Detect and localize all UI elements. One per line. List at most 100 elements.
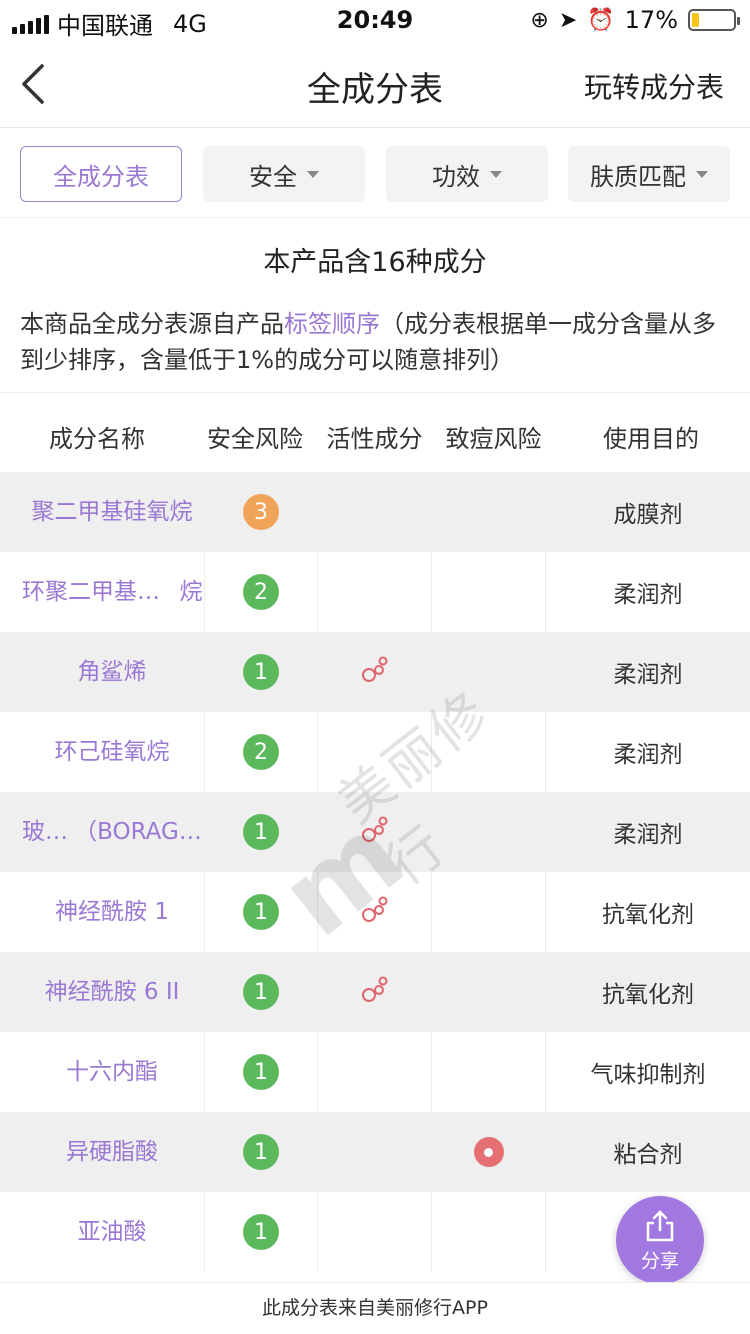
tab-efficacy[interactable]: 功效 xyxy=(386,146,548,202)
table-row[interactable]: 十六内酯 1 气味抑制剂 xyxy=(0,1032,750,1112)
safety-risk-cell: 1 xyxy=(205,632,317,712)
table-row[interactable]: 神经酰胺 6 II 1 抗氧化剂 xyxy=(0,952,750,1032)
risk-badge: 1 xyxy=(243,974,279,1010)
ingredient-name[interactable]: 玻璃苣（BORAGO O... xyxy=(22,792,202,872)
molecule-icon xyxy=(360,656,390,688)
safety-risk-cell: 1 xyxy=(205,952,317,1032)
tab-safety[interactable]: 安全 xyxy=(203,146,365,202)
safety-risk-cell: 1 xyxy=(205,1192,317,1272)
risk-badge: 1 xyxy=(243,814,279,850)
guide-link[interactable]: 玩转成分表 xyxy=(584,66,724,106)
molecule-icon xyxy=(360,976,390,1008)
purpose-cell: 成膜剂 xyxy=(613,502,683,528)
ingredient-name-line: 环己硅氧烷 xyxy=(54,739,170,765)
ingredient-name[interactable]: 角鲨烯 xyxy=(22,632,202,712)
active-cell xyxy=(318,712,431,792)
tab-label: 全成分表 xyxy=(53,162,149,191)
safety-risk-cell: 2 xyxy=(205,552,317,632)
header-acne-risk: 致痘风险 xyxy=(445,425,542,453)
ingredient-name-line: （BORAGO O... xyxy=(74,819,202,845)
active-cell xyxy=(318,872,431,952)
ingredient-name[interactable]: 环己硅氧烷 xyxy=(22,712,202,792)
header-purpose: 使用目的 xyxy=(603,425,699,453)
tab-label: 安全 xyxy=(249,162,297,191)
share-label: 分享 xyxy=(640,1249,679,1272)
ingredient-name[interactable]: 聚二甲基硅氧烷 xyxy=(22,472,202,552)
active-cell xyxy=(318,1112,431,1192)
active-cell xyxy=(318,552,431,632)
location-icon: ➤ xyxy=(558,7,578,33)
risk-badge: 1 xyxy=(243,1214,279,1250)
active-cell xyxy=(318,1032,431,1112)
acne-risk-cell xyxy=(432,1032,545,1112)
risk-badge: 2 xyxy=(243,574,279,610)
ingredient-count-title: 本产品含16种成分 xyxy=(263,247,487,278)
share-button[interactable]: 分享 xyxy=(616,1196,704,1284)
acne-risk-cell xyxy=(432,1192,545,1272)
caret-down-icon xyxy=(307,170,319,178)
risk-badge: 1 xyxy=(243,894,279,930)
active-cell xyxy=(318,952,431,1032)
status-right: ⊕ ➤ ⏰ 17% xyxy=(530,6,740,34)
acne-risk-cell xyxy=(432,632,545,712)
safety-risk-cell: 1 xyxy=(205,792,317,872)
safety-risk-cell: 1 xyxy=(205,872,317,952)
acne-risk-icon xyxy=(473,1137,504,1167)
table-row[interactable]: 聚二甲基硅氧烷 3 成膜剂 xyxy=(0,472,750,552)
ingredient-description: 本商品全成分表源自产品标签顺序（成分表根据单一成分含量从多到少排序，含量低于1%… xyxy=(20,306,730,378)
table-row[interactable]: 环己硅氧烷 2 柔润剂 xyxy=(0,712,750,792)
ingredient-name-line: 聚二甲基硅氧烷 xyxy=(31,499,193,525)
tab-label: 功效 xyxy=(432,162,480,191)
filter-tabs: 全成分表 安全 功效 肤质匹配 xyxy=(0,128,750,218)
active-cell xyxy=(318,792,431,872)
ingredient-name[interactable]: 神经酰胺 1 xyxy=(22,872,202,952)
battery-icon xyxy=(688,9,740,31)
ingredient-name[interactable]: 神经酰胺 6 II xyxy=(22,952,202,1032)
tab-label: 肤质匹配 xyxy=(590,162,686,191)
purpose-cell: 柔润剂 xyxy=(613,822,683,848)
battery-fill xyxy=(692,13,699,27)
caret-down-icon xyxy=(696,170,708,178)
share-icon xyxy=(646,1210,674,1241)
acne-risk-cell xyxy=(432,1112,545,1192)
ingredient-name-line: 烷 xyxy=(179,579,203,605)
risk-badge: 2 xyxy=(243,734,279,770)
orientation-lock-icon: ⊕ xyxy=(530,7,549,33)
acne-risk-cell xyxy=(432,472,545,552)
status-bar: 中国联通 4G 20:49 ⊕ ➤ ⏰ 17% xyxy=(0,0,750,40)
ingredient-name[interactable]: 亚油酸 xyxy=(22,1192,202,1272)
table-row[interactable]: 玻璃苣（BORAGO O... 1 柔润剂 xyxy=(0,792,750,872)
table-row[interactable]: 环聚二甲基硅氧烷 2 柔润剂 xyxy=(0,552,750,632)
tab-skin-match[interactable]: 肤质匹配 xyxy=(568,146,730,202)
purpose-cell: 粘合剂 xyxy=(613,1142,683,1168)
purpose-cell: 抗氧化剂 xyxy=(602,902,694,928)
molecule-icon xyxy=(360,896,390,928)
table-row[interactable]: 神经酰胺 1 1 抗氧化剂 xyxy=(0,872,750,952)
risk-badge: 1 xyxy=(243,654,279,690)
acne-risk-cell xyxy=(432,952,545,1032)
ingredient-name-line: 神经酰胺 6 II xyxy=(44,979,180,1005)
ingredient-name[interactable]: 环聚二甲基硅氧烷 xyxy=(22,552,202,632)
table-row[interactable]: 异硬脂酸 1 粘合剂 xyxy=(0,1112,750,1192)
desc-prefix: 本商品全成分表源自产品 xyxy=(20,310,284,338)
ingredient-name-line: 环聚二甲基硅氧 xyxy=(22,579,180,605)
tab-all-ingredients[interactable]: 全成分表 xyxy=(20,146,182,202)
ingredient-name-line: 角鲨烯 xyxy=(77,659,147,685)
safety-risk-cell: 1 xyxy=(205,1032,317,1112)
safety-risk-cell: 2 xyxy=(205,712,317,792)
nav-bar: 全成分表 玩转成分表 xyxy=(0,40,750,128)
ingredient-name-line: 亚油酸 xyxy=(77,1219,147,1245)
safety-risk-cell: 3 xyxy=(205,472,317,552)
ingredient-name[interactable]: 异硬脂酸 xyxy=(22,1112,202,1192)
ingredient-name-line: 异硬脂酸 xyxy=(66,1139,158,1165)
label-order-link[interactable]: 标签顺序 xyxy=(284,310,380,338)
purpose-cell: 柔润剂 xyxy=(613,742,683,768)
acne-risk-cell xyxy=(432,872,545,952)
battery-percent: 17% xyxy=(624,6,678,34)
ingredient-name[interactable]: 十六内酯 xyxy=(22,1032,202,1112)
table-row[interactable]: 角鲨烯 1 柔润剂 xyxy=(0,632,750,712)
header-active: 活性成分 xyxy=(326,425,423,453)
risk-badge: 1 xyxy=(243,1134,279,1170)
header-name: 成分名称 xyxy=(49,425,145,453)
purpose-cell: 柔润剂 xyxy=(613,662,683,688)
